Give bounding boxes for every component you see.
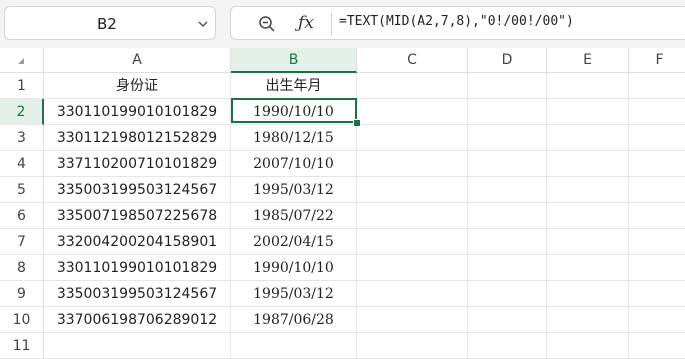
cell-c2[interactable] bbox=[357, 99, 468, 125]
cell-a3[interactable]: 330112198012152829 bbox=[44, 125, 231, 151]
column-header-b[interactable]: B bbox=[231, 48, 357, 73]
formula-divider bbox=[331, 13, 332, 35]
cell-b10[interactable]: 1987/06/28 bbox=[231, 307, 357, 333]
cell-e10[interactable] bbox=[547, 307, 629, 333]
row-header-11[interactable]: 11 bbox=[0, 333, 44, 359]
cell-b3[interactable]: 1980/12/15 bbox=[231, 125, 357, 151]
cell-c4[interactable] bbox=[357, 151, 468, 177]
cell-e6[interactable] bbox=[547, 203, 629, 229]
cell-b9[interactable]: 1995/03/12 bbox=[231, 281, 357, 307]
cell-a7[interactable]: 332004200204158901 bbox=[44, 229, 231, 255]
cell-e3[interactable] bbox=[547, 125, 629, 151]
cell-f9[interactable] bbox=[629, 281, 685, 307]
cell-e8[interactable] bbox=[547, 255, 629, 281]
row-header-7[interactable]: 7 bbox=[0, 229, 44, 255]
column-header-f[interactable]: F bbox=[629, 48, 685, 73]
row-header-5[interactable]: 5 bbox=[0, 177, 44, 203]
cell-b6[interactable]: 1985/07/22 bbox=[231, 203, 357, 229]
cell-f2[interactable] bbox=[629, 99, 685, 125]
cell-e4[interactable] bbox=[547, 151, 629, 177]
cell-d8[interactable] bbox=[468, 255, 547, 281]
column-header-c[interactable]: C bbox=[357, 48, 468, 73]
name-box-value: B2 bbox=[97, 15, 117, 33]
cell-b11[interactable] bbox=[231, 333, 357, 359]
cell-c11[interactable] bbox=[357, 333, 468, 359]
row-header-8[interactable]: 8 bbox=[0, 255, 44, 281]
cell-b8[interactable]: 1990/10/10 bbox=[231, 255, 357, 281]
cell-d2[interactable] bbox=[468, 99, 547, 125]
cell-a4[interactable]: 337110200710101829 bbox=[44, 151, 231, 177]
cell-f6[interactable] bbox=[629, 203, 685, 229]
cell-a1[interactable]: 身份证 bbox=[44, 73, 231, 99]
cell-c3[interactable] bbox=[357, 125, 468, 151]
select-all-corner[interactable] bbox=[0, 48, 44, 73]
cell-b5[interactable]: 1995/03/12 bbox=[231, 177, 357, 203]
cell-a8[interactable]: 330110199010101829 bbox=[44, 255, 231, 281]
cell-c9[interactable] bbox=[357, 281, 468, 307]
zoom-out-icon[interactable] bbox=[258, 15, 276, 33]
cell-e5[interactable] bbox=[547, 177, 629, 203]
column-header-d[interactable]: D bbox=[468, 48, 547, 73]
cell-f11[interactable] bbox=[629, 333, 685, 359]
formula-bar[interactable]: ƒx =TEXT(MID(A2,7,8),"0!/00!/00") bbox=[230, 6, 685, 40]
cell-a10[interactable]: 337006198706289012 bbox=[44, 307, 231, 333]
name-box[interactable]: B2 bbox=[4, 6, 216, 40]
formula-toolbar: B2 ƒx =TEXT(MID(A2,7,8),"0!/00!/00") bbox=[0, 0, 685, 48]
cell-a5[interactable]: 335003199503124567 bbox=[44, 177, 231, 203]
cell-f1[interactable] bbox=[629, 73, 685, 99]
cell-e7[interactable] bbox=[547, 229, 629, 255]
row-header-1[interactable]: 1 bbox=[0, 73, 44, 99]
cell-e9[interactable] bbox=[547, 281, 629, 307]
cell-c8[interactable] bbox=[357, 255, 468, 281]
cell-f10[interactable] bbox=[629, 307, 685, 333]
cell-d9[interactable] bbox=[468, 281, 547, 307]
select-all-icon bbox=[18, 58, 24, 64]
cell-b4[interactable]: 2007/10/10 bbox=[231, 151, 357, 177]
row-header-10[interactable]: 10 bbox=[0, 307, 44, 333]
cell-d6[interactable] bbox=[468, 203, 547, 229]
chevron-down-icon[interactable] bbox=[197, 18, 209, 30]
cell-c7[interactable] bbox=[357, 229, 468, 255]
cell-b7[interactable]: 2002/04/15 bbox=[231, 229, 357, 255]
cell-e11[interactable] bbox=[547, 333, 629, 359]
row-header-3[interactable]: 3 bbox=[0, 125, 44, 151]
cell-e2[interactable] bbox=[547, 99, 629, 125]
row-header-2[interactable]: 2 bbox=[0, 99, 44, 125]
cell-a11[interactable] bbox=[44, 333, 231, 359]
cell-f4[interactable] bbox=[629, 151, 685, 177]
cell-f5[interactable] bbox=[629, 177, 685, 203]
cell-b2[interactable]: 1990/10/10 bbox=[231, 99, 357, 125]
cell-d3[interactable] bbox=[468, 125, 547, 151]
cell-f3[interactable] bbox=[629, 125, 685, 151]
cell-d11[interactable] bbox=[468, 333, 547, 359]
cell-e1[interactable] bbox=[547, 73, 629, 99]
cell-d5[interactable] bbox=[468, 177, 547, 203]
row-header-4[interactable]: 4 bbox=[0, 151, 44, 177]
fill-handle[interactable] bbox=[353, 119, 361, 127]
cell-f8[interactable] bbox=[629, 255, 685, 281]
cell-d10[interactable] bbox=[468, 307, 547, 333]
function-icon[interactable]: ƒx bbox=[298, 13, 314, 33]
cell-d4[interactable] bbox=[468, 151, 547, 177]
spreadsheet-grid[interactable]: A B C D E F 1 身份证 出生年月 2 330110199010101829 1990/10… bbox=[0, 48, 685, 359]
cell-a9[interactable]: 335003199503124567 bbox=[44, 281, 231, 307]
formula-text[interactable]: =TEXT(MID(A2,7,8),"0!/00!/00") bbox=[339, 14, 574, 29]
cell-c6[interactable] bbox=[357, 203, 468, 229]
cell-c10[interactable] bbox=[357, 307, 468, 333]
column-header-e[interactable]: E bbox=[547, 48, 629, 73]
cell-d7[interactable] bbox=[468, 229, 547, 255]
cell-c5[interactable] bbox=[357, 177, 468, 203]
column-header-a[interactable]: A bbox=[44, 48, 231, 73]
row-header-6[interactable]: 6 bbox=[0, 203, 44, 229]
row-header-9[interactable]: 9 bbox=[0, 281, 44, 307]
cell-b1[interactable]: 出生年月 bbox=[231, 73, 357, 99]
cell-c1[interactable] bbox=[357, 73, 468, 99]
cell-f7[interactable] bbox=[629, 229, 685, 255]
cell-a2[interactable]: 330110199010101829 bbox=[44, 99, 231, 125]
cell-a6[interactable]: 335007198507225678 bbox=[44, 203, 231, 229]
cell-d1[interactable] bbox=[468, 73, 547, 99]
